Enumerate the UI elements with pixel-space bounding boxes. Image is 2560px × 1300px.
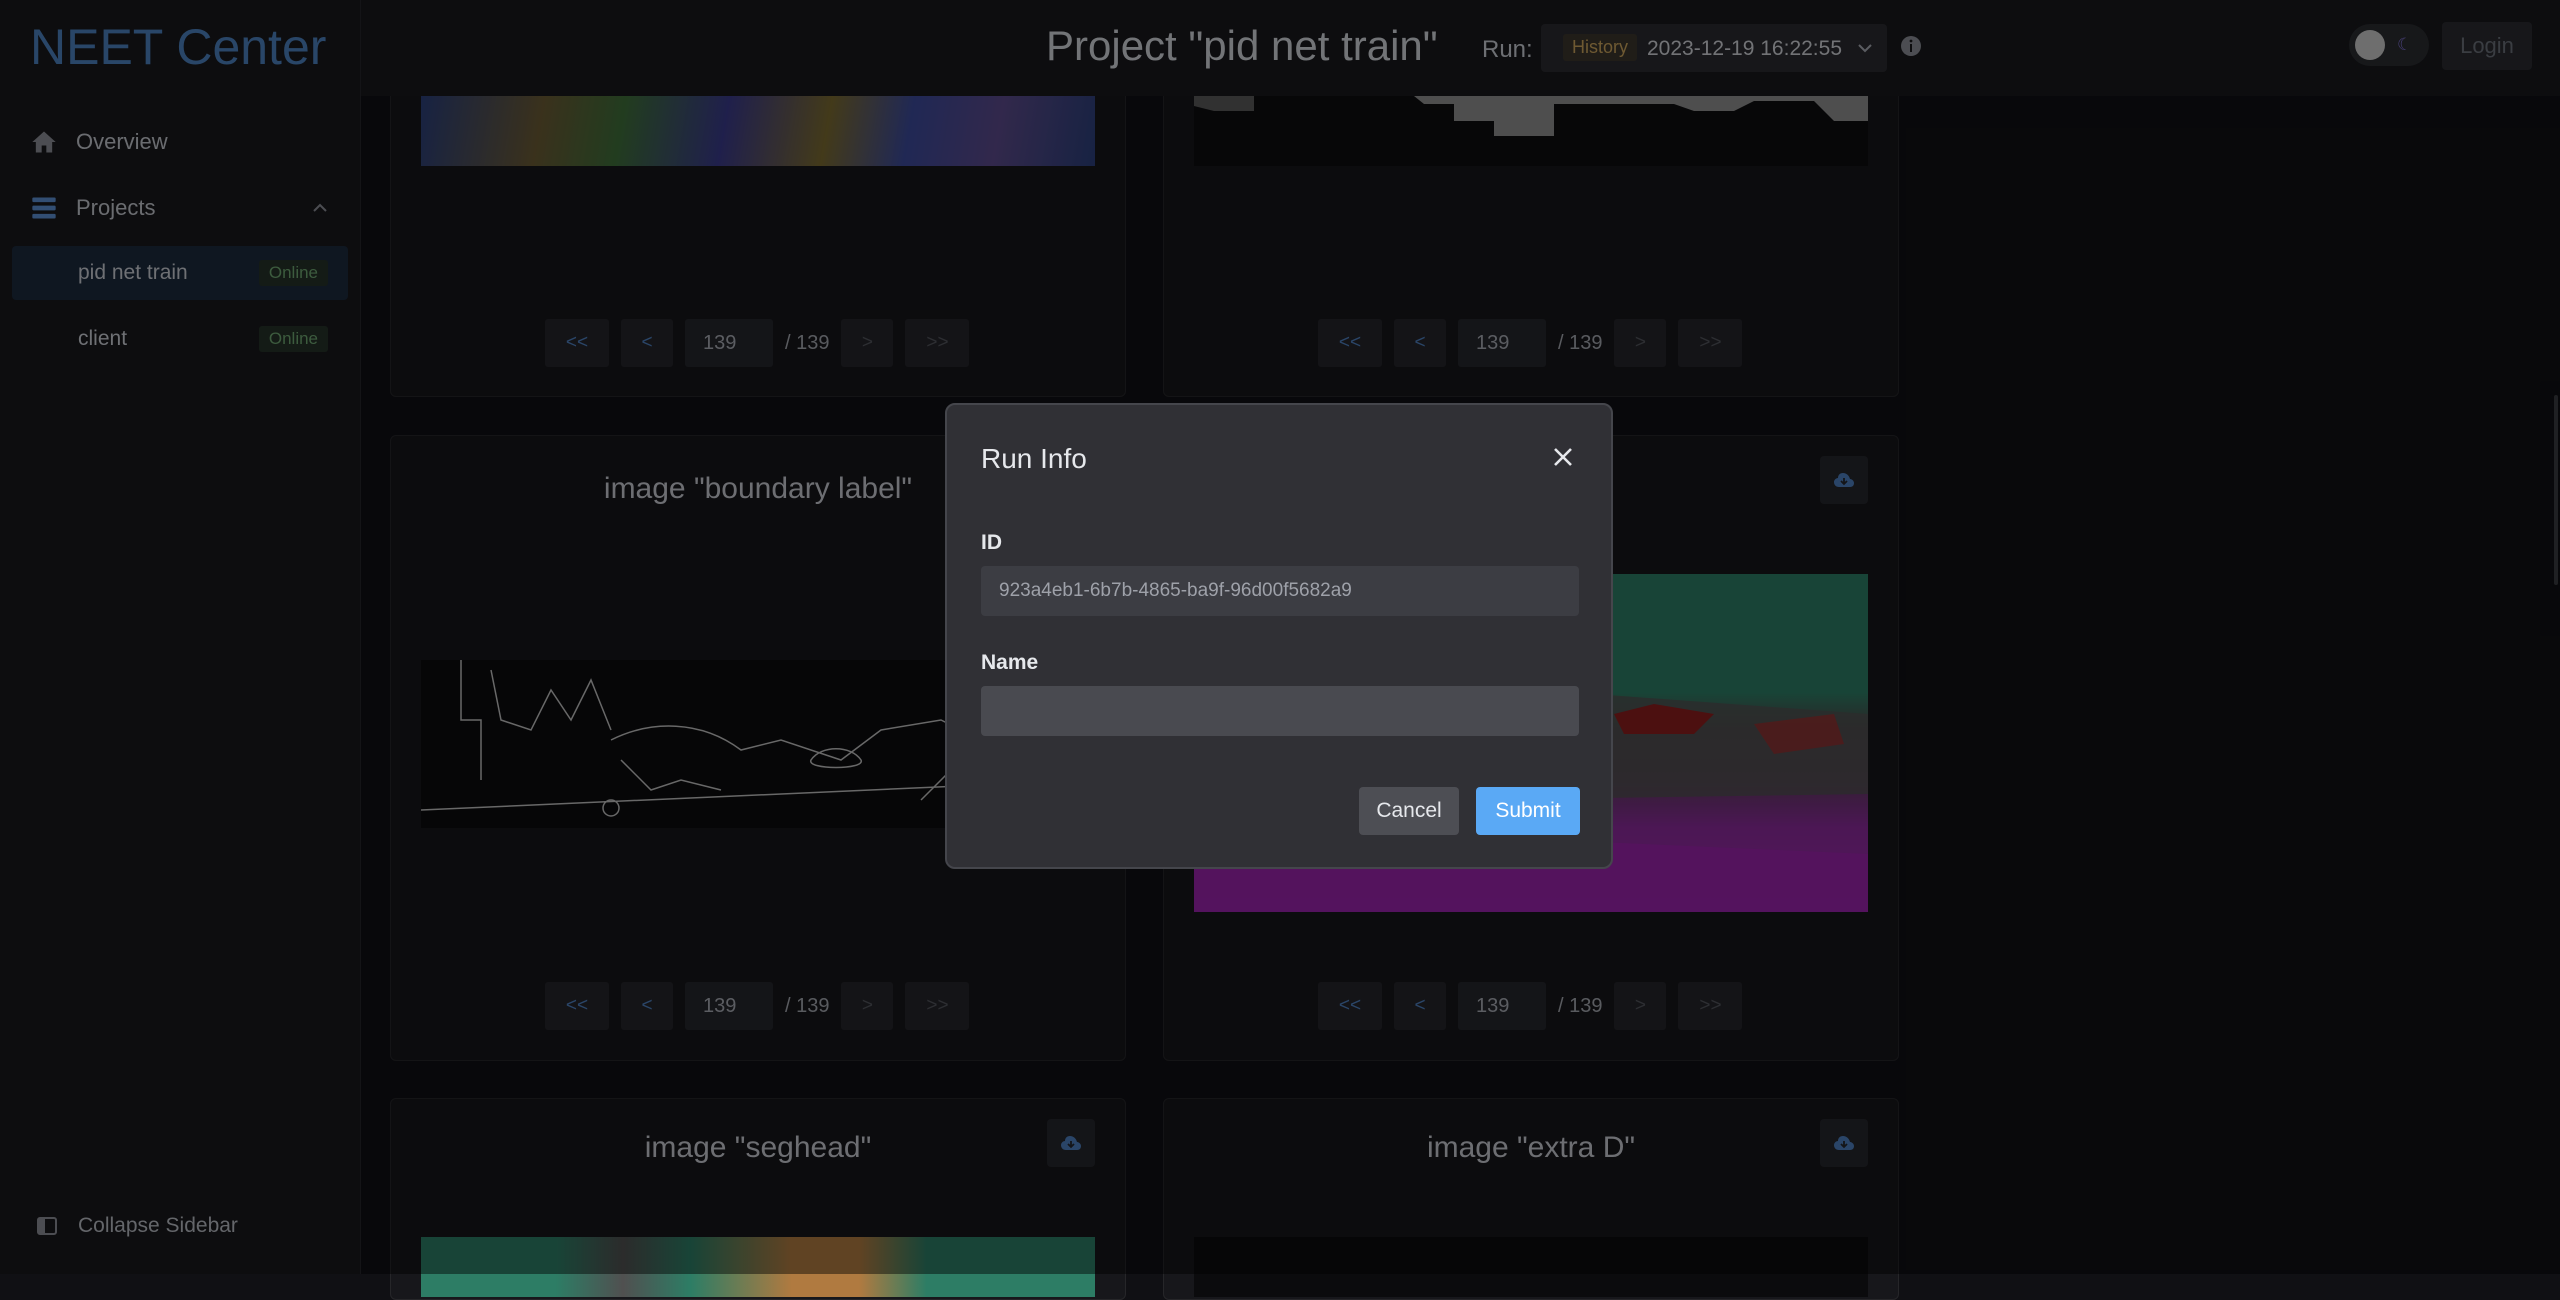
name-label: Name	[981, 651, 1039, 674]
name-field[interactable]	[981, 686, 1579, 736]
cancel-button[interactable]: Cancel	[1359, 787, 1459, 835]
run-info-dialog: Run Info ID Name Cancel Submit	[945, 403, 1613, 869]
close-icon[interactable]	[1547, 441, 1579, 473]
dialog-title: Run Info	[981, 443, 1087, 474]
id-field[interactable]	[981, 566, 1579, 616]
submit-button[interactable]: Submit	[1476, 787, 1580, 835]
id-label: ID	[981, 531, 1002, 554]
